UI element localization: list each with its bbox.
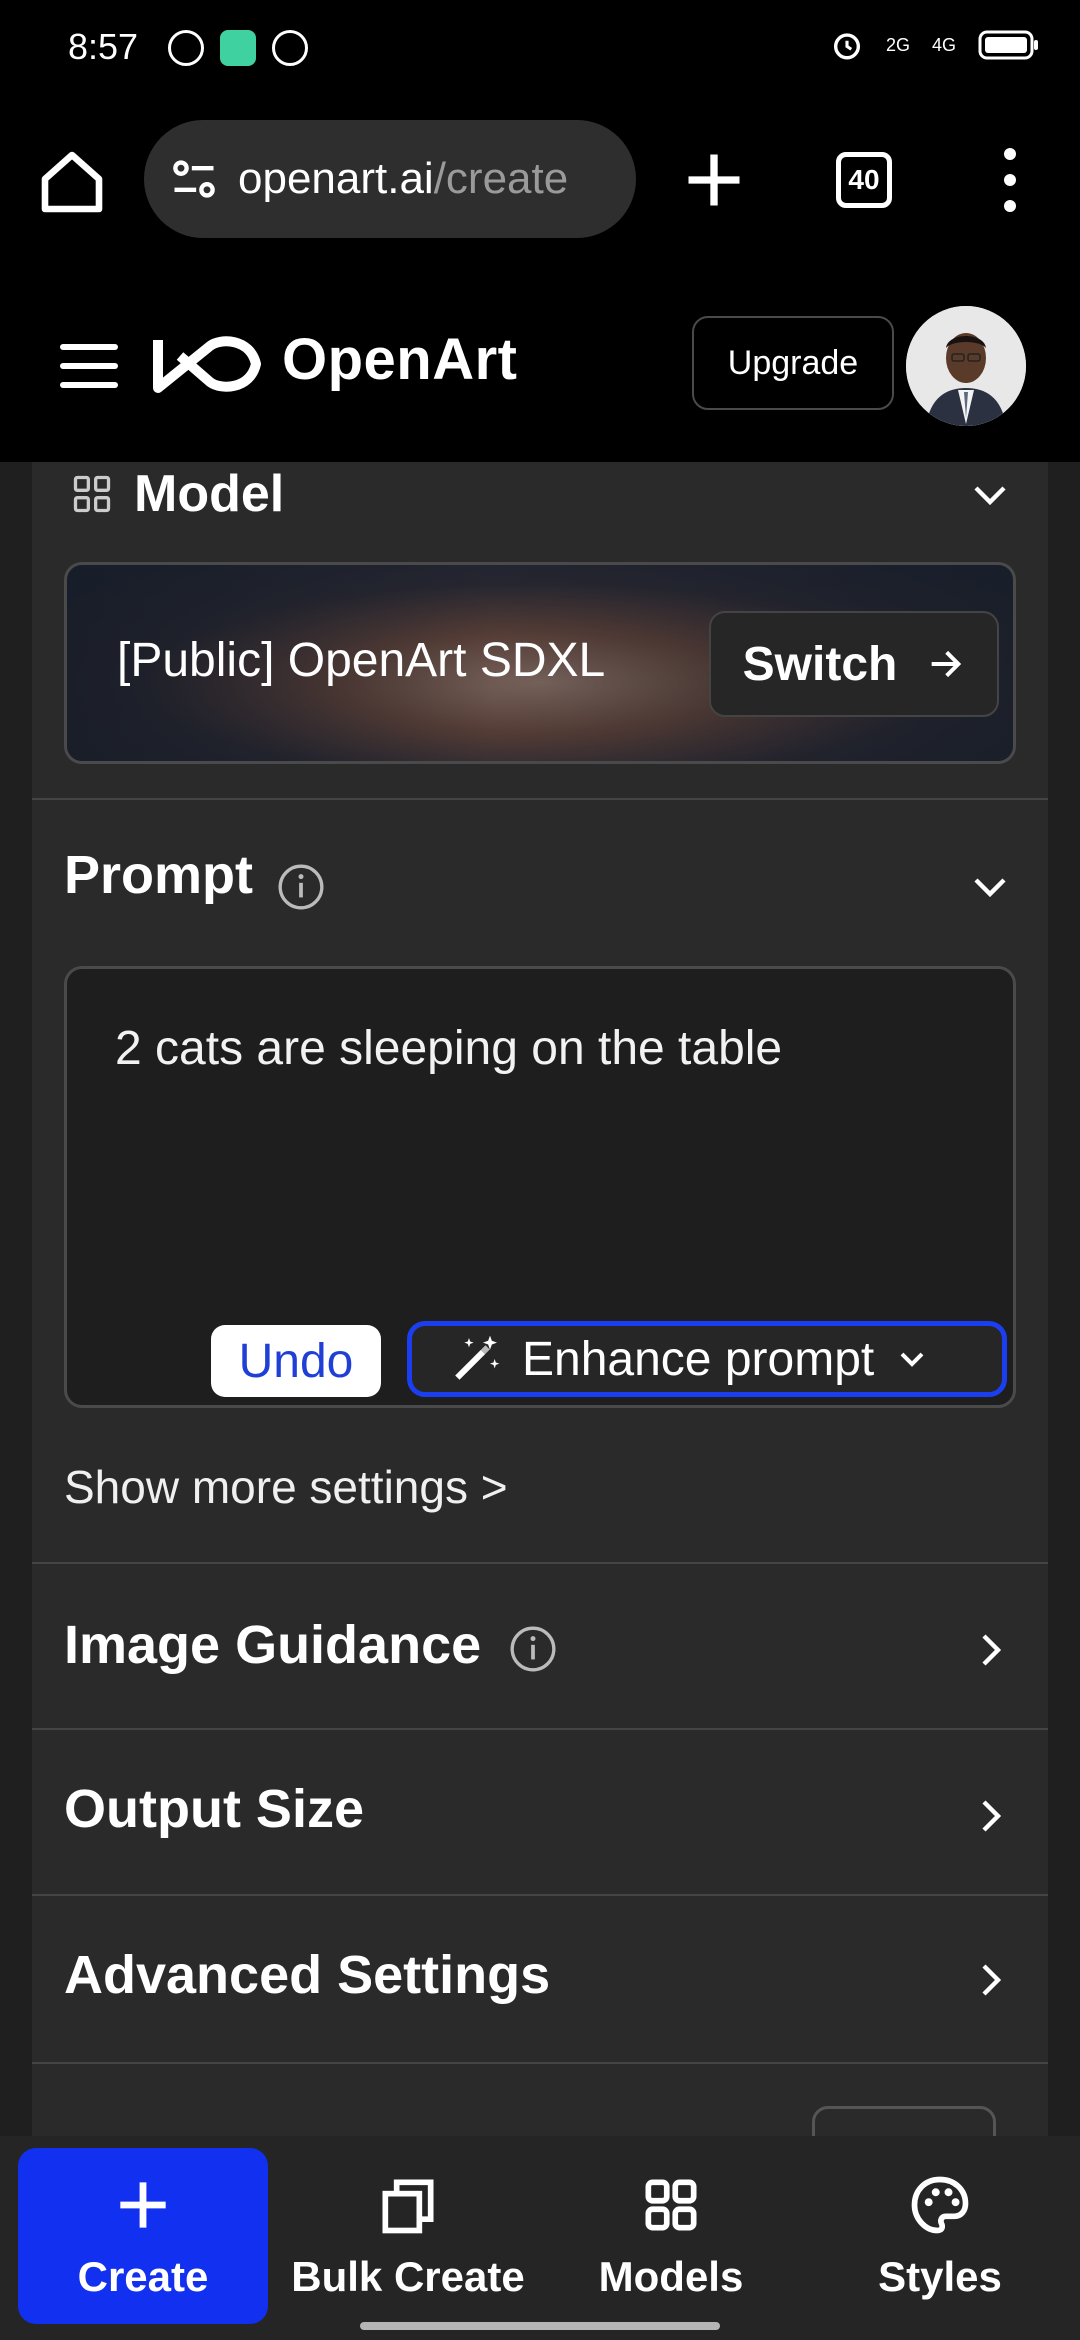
logo-text[interactable]: OpenArt [282,326,518,393]
advanced-settings-chevron-right-icon[interactable] [966,1956,1014,2004]
model-section-header[interactable]: Model [70,462,1030,534]
nav-bulk-create-label: Bulk Create [291,2253,525,2300]
divider [32,1562,1048,1564]
nav-create-label: Create [77,2253,209,2300]
site-settings-icon[interactable] [168,153,220,205]
signal-2g-icon: 2G [885,34,910,55]
layers-icon [382,2179,434,2234]
url-text: openart.ai/create [238,154,568,204]
output-size-chevron-right-icon[interactable] [966,1792,1014,1840]
partially-hidden-control[interactable] [812,2106,996,2136]
nav-styles[interactable]: Styles [820,2148,1060,2324]
nav-styles-label: Styles [878,2253,1002,2300]
nav-models-label: Models [598,2253,744,2300]
prompt-info-icon[interactable] [276,862,326,912]
divider [32,1728,1048,1730]
home-indicator[interactable] [360,2322,720,2330]
image-guidance-chevron-right-icon[interactable] [966,1626,1014,1674]
image-guidance-info-icon[interactable] [508,1624,558,1674]
divider [32,2062,1048,2064]
status-time: 8:57 [68,26,139,67]
url-path: /create [433,154,569,203]
nav-models[interactable]: Models [556,2148,786,2324]
divider [32,798,1048,800]
settings-panel: Model [Public] OpenArt SDXL Switch Promp… [32,462,1048,2136]
avatar-photo [906,306,1026,426]
grid-icon [73,475,111,513]
arrow-right-icon [932,650,962,678]
magic-wand-icon [455,1335,500,1380]
image-guidance-title[interactable]: Image Guidance [64,1614,481,1676]
nav-bulk-create[interactable]: Bulk Create [280,2148,536,2324]
show-more-settings-link[interactable]: Show more settings > [64,1460,508,1514]
signal-4g-icon: 4G [931,34,956,55]
divider [32,1894,1048,1896]
tab-switcher-button[interactable]: 40 [836,152,892,208]
nav-create[interactable]: Create [18,2148,268,2324]
avatar[interactable] [906,306,1026,426]
battery-icon [978,30,1038,60]
menu-icon[interactable] [60,344,118,388]
palette-icon [911,2176,969,2234]
upgrade-button[interactable]: Upgrade [692,316,894,410]
app-notification-icon [220,30,256,66]
chevron-down-icon [900,1352,924,1367]
prompt-section-title[interactable]: Prompt [64,844,253,906]
switch-label: Switch [742,637,898,691]
new-tab-icon[interactable] [680,146,748,214]
openart-logo-icon[interactable] [150,332,264,396]
status-bar: 8:57 2G 4G [0,0,1080,96]
url-domain: openart.ai [238,154,434,203]
model-chevron-down-icon[interactable] [966,470,1014,518]
plus-icon [120,2182,166,2228]
prompt-chevron-down-icon[interactable] [966,862,1014,910]
model-section-title: Model [134,465,285,523]
enhance-prompt-label: Enhance prompt [522,1332,875,1386]
facebook-icon [168,30,204,66]
status-indicators: 2G 4G [830,28,1040,62]
messenger-icon [272,30,308,66]
browser-toolbar: openart.ai/create 40 [0,96,1080,266]
alarm-icon [833,33,861,60]
grid-icon [645,2179,697,2231]
prompt-text[interactable]: 2 cats are sleeping on the table [115,1021,782,1076]
more-options-icon[interactable] [980,148,1040,212]
create-form: Model [Public] OpenArt SDXL Switch Promp… [0,462,1080,2136]
model-name: [Public] OpenArt SDXL [117,634,606,687]
output-size-title[interactable]: Output Size [64,1778,364,1840]
undo-button[interactable]: Undo [211,1325,381,1397]
home-icon[interactable] [36,146,108,218]
prompt-input[interactable]: 2 cats are sleeping on the table Undo En… [64,966,1016,1408]
advanced-settings-title[interactable]: Advanced Settings [64,1944,550,2006]
model-card[interactable]: [Public] OpenArt SDXL Switch [64,562,1016,764]
enhance-prompt-button[interactable]: Enhance prompt [407,1321,1007,1397]
site-header: OpenArt Upgrade [0,266,1080,462]
address-bar[interactable]: openart.ai/create [144,120,636,238]
bottom-navigation: Create Bulk Create Models Styles [0,2136,1080,2340]
switch-model-button[interactable]: Switch [709,611,999,717]
